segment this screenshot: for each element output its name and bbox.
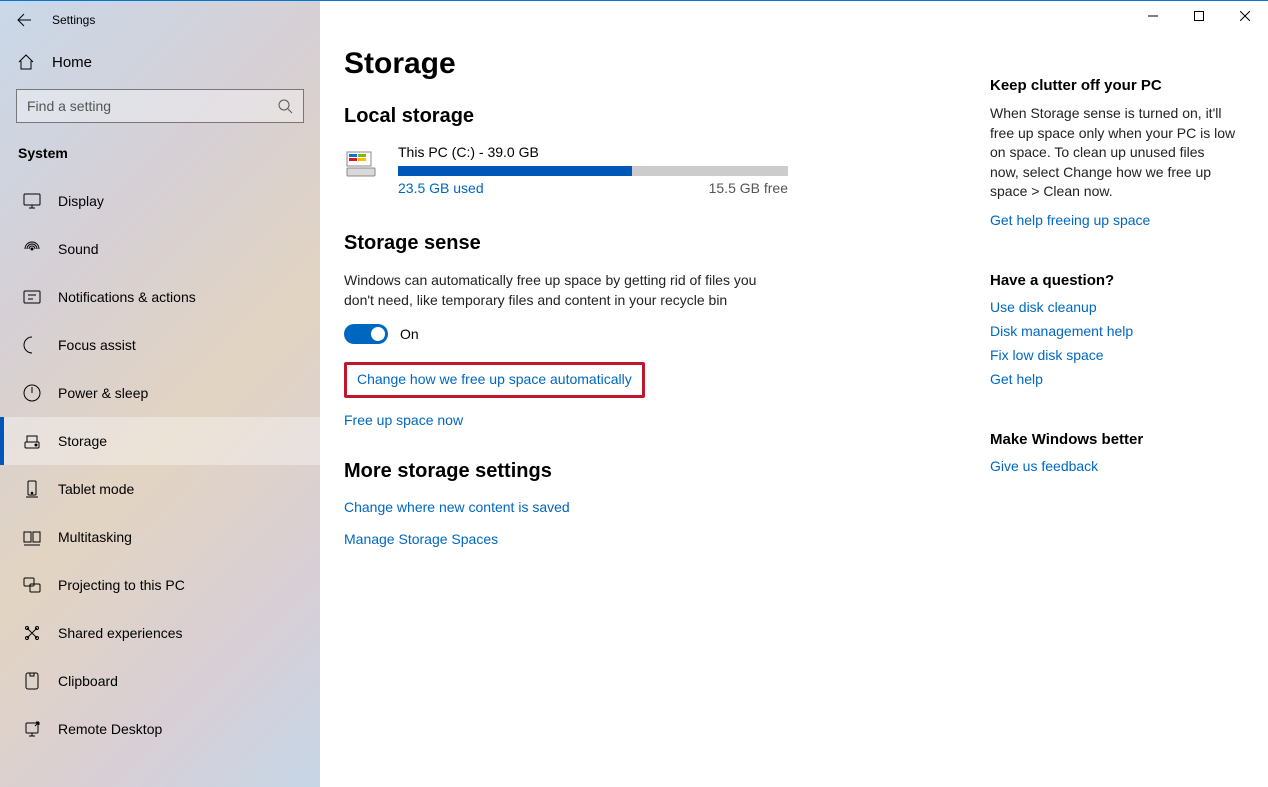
nav-label: Storage [58,433,107,449]
link-diskmgmt[interactable]: Disk management help [990,323,1236,339]
link-cleanup[interactable]: Use disk cleanup [990,299,1236,315]
nav-label: Power & sleep [58,385,148,401]
search-input[interactable] [27,98,277,114]
sidebar-item-clipboard[interactable]: Clipboard [0,657,320,705]
sidebar-item-sound[interactable]: Sound [0,225,320,273]
sidebar: Settings Home System Display Sound Notific… [0,1,320,787]
nav-label: Tablet mode [58,481,134,497]
search-box[interactable] [16,89,304,123]
sidebar-item-notifications-actions[interactable]: Notifications & actions [0,273,320,321]
nav-label: Remote Desktop [58,721,162,737]
back-icon[interactable] [16,12,32,28]
page-title: Storage [344,47,980,81]
sidebar-item-tablet-mode[interactable]: Tablet mode [0,465,320,513]
close-button[interactable] [1222,1,1268,31]
section-storage-sense: Storage sense [344,232,980,255]
nav-icon [22,623,42,643]
disk-name: This PC (C:) - 39.0 GB [398,144,980,160]
nav-label: Projecting to this PC [58,577,185,593]
nav-icon [22,479,42,499]
nav-icon [22,575,42,595]
nav-label: Sound [58,241,98,257]
window-controls [1130,1,1268,31]
link-gethelp[interactable]: Get help [990,371,1236,387]
link-free-up-now[interactable]: Free up space now [344,412,463,428]
section-local-storage: Local storage [344,105,980,128]
home-label: Home [52,54,92,71]
sidebar-item-multitasking[interactable]: Multitasking [0,513,320,561]
disk-row[interactable]: This PC (C:) - 39.0 GB 23.5 GB used 15.5… [344,144,980,196]
nav-label: Display [58,193,104,209]
link-help-free[interactable]: Get help freeing up space [990,212,1236,228]
sidebar-item-shared-experiences[interactable]: Shared experiences [0,609,320,657]
main: Storage Local storage This PC (C:) - 39.… [320,1,1268,787]
disk-free: 15.5 GB free [709,180,788,196]
link-change-free-up[interactable]: Change how we free up space automaticall… [357,371,632,387]
nav-label: Multitasking [58,529,132,545]
nav-icon [22,383,42,403]
sidebar-item-storage[interactable]: Storage [0,417,320,465]
nav-icon [22,527,42,547]
sidebar-item-focus-assist[interactable]: Focus assist [0,321,320,369]
link-feedback[interactable]: Give us feedback [990,458,1236,474]
nav-icon [22,719,42,739]
content: Storage Local storage This PC (C:) - 39.… [344,9,980,787]
nav-label: Clipboard [58,673,118,689]
category-label: System [0,133,320,177]
nav-icon [22,287,42,307]
nav-label: Focus assist [58,337,136,353]
clutter-heading: Keep clutter off your PC [990,77,1236,94]
maximize-button[interactable] [1176,1,1222,31]
titlebar: Settings [0,1,320,39]
nav-icon [22,431,42,451]
sidebar-item-projecting-to-this-pc[interactable]: Projecting to this PC [0,561,320,609]
nav-label: Notifications & actions [58,289,196,305]
storage-sense-desc: Windows can automatically free up space … [344,271,784,310]
disk-bar [398,166,788,176]
section-more-settings: More storage settings [344,460,980,483]
sidebar-item-power-sleep[interactable]: Power & sleep [0,369,320,417]
storage-sense-toggle[interactable] [344,324,388,344]
link-fix[interactable]: Fix low disk space [990,347,1236,363]
home-icon [16,53,36,71]
nav-icon [22,191,42,211]
nav-label: Shared experiences [58,625,183,641]
toggle-label: On [400,326,419,342]
clutter-desc: When Storage sense is turned on, it'll f… [990,104,1236,202]
better-heading: Make Windows better [990,431,1236,448]
sidebar-item-display[interactable]: Display [0,177,320,225]
window-title: Settings [52,13,95,27]
search-icon [277,98,293,114]
nav-list: Display Sound Notifications & actions Focus… [0,177,320,753]
home-button[interactable]: Home [0,39,320,85]
disk-icon [344,148,378,182]
minimize-button[interactable] [1130,1,1176,31]
highlight-box: Change how we free up space automaticall… [344,362,645,398]
question-heading: Have a question? [990,272,1236,289]
sidebar-item-remote-desktop[interactable]: Remote Desktop [0,705,320,753]
disk-used: 23.5 GB used [398,180,484,196]
right-pane: Keep clutter off your PC When Storage se… [980,9,1236,787]
link-change-content[interactable]: Change where new content is saved [344,499,570,515]
nav-icon [22,335,42,355]
nav-icon [22,671,42,691]
link-manage-spaces[interactable]: Manage Storage Spaces [344,531,498,547]
nav-icon [22,239,42,259]
